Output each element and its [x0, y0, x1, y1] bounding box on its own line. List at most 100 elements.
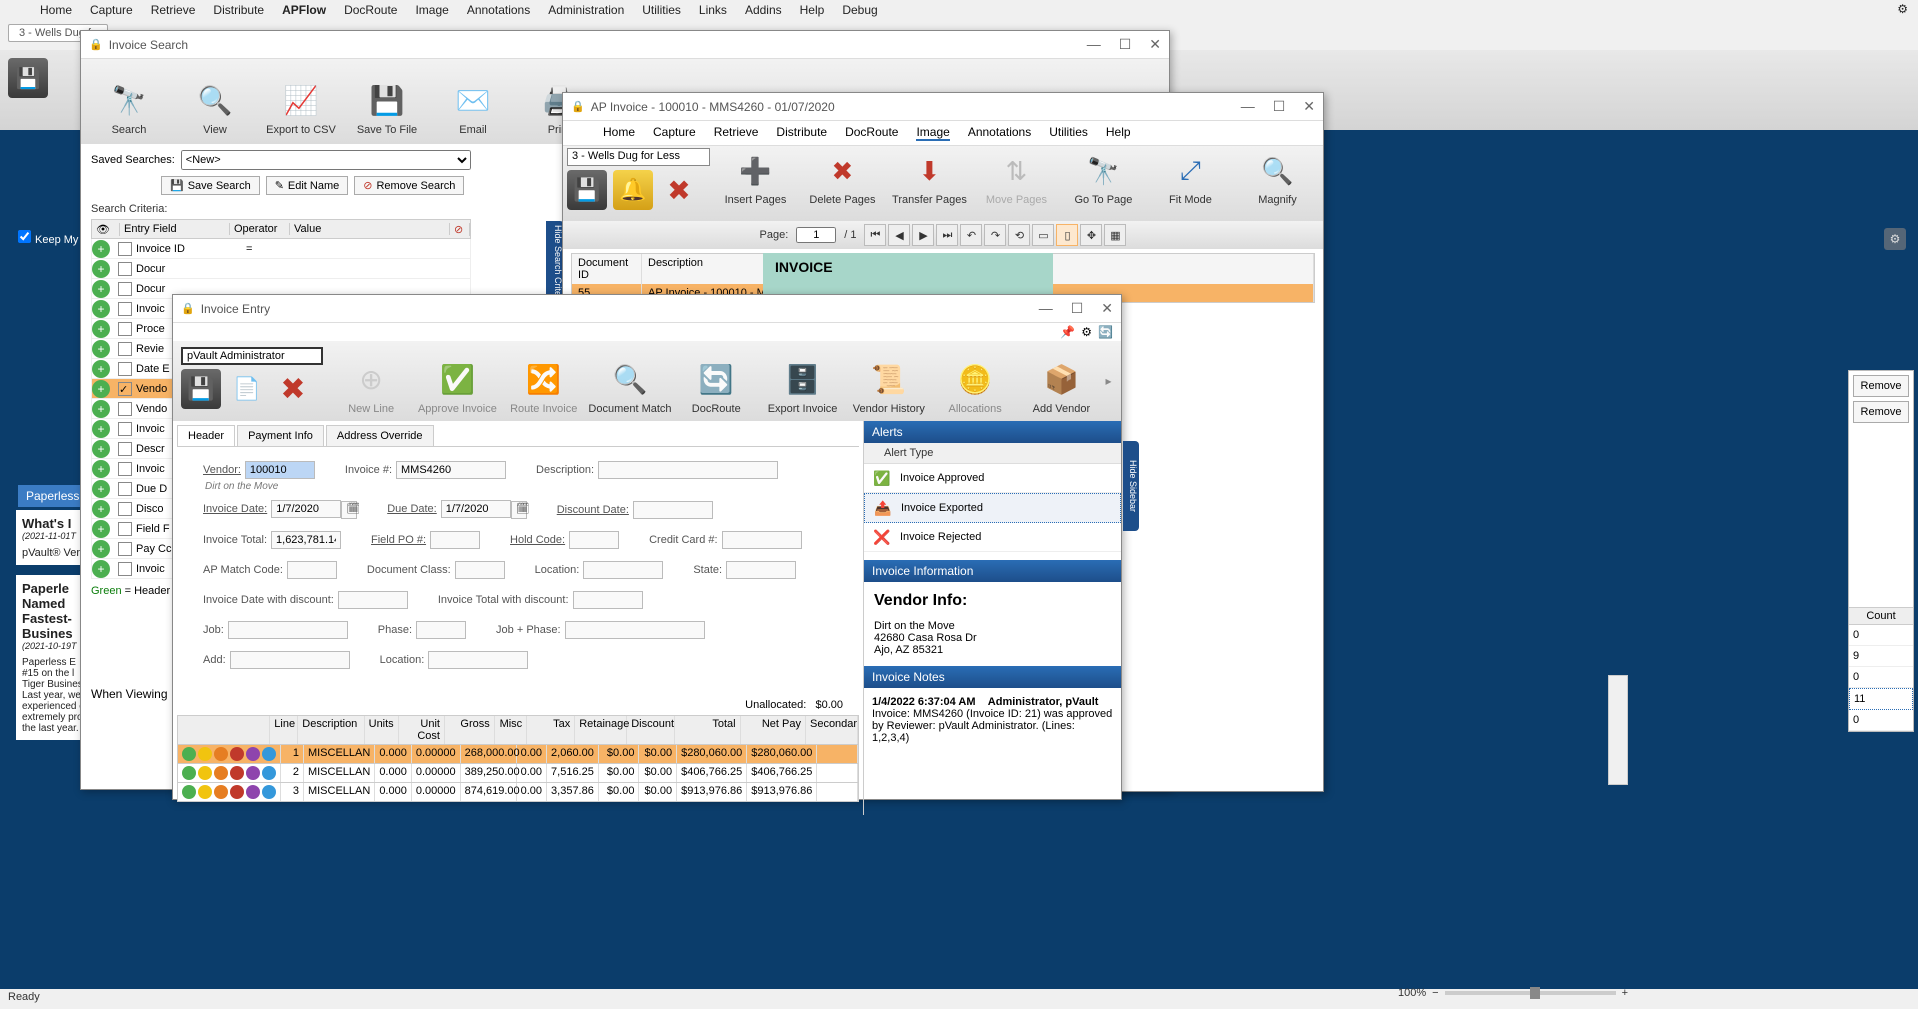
- add-input[interactable]: [230, 651, 350, 669]
- line-row[interactable]: 3MISCELLAN0.0000.00000874,619.000.003,35…: [177, 783, 859, 802]
- add-icon[interactable]: +: [92, 240, 110, 258]
- save-to-file-button[interactable]: 💾Save To File: [347, 63, 427, 140]
- close-icon[interactable]: ✕: [1303, 98, 1315, 115]
- select-icon[interactable]: ▦: [1104, 224, 1126, 246]
- phase-input[interactable]: [416, 621, 466, 639]
- tab-address-override[interactable]: Address Override: [326, 425, 434, 446]
- maximize-icon[interactable]: ☐: [1119, 36, 1132, 53]
- pan-icon[interactable]: ✥: [1080, 224, 1102, 246]
- criteria-checkbox[interactable]: [118, 562, 132, 576]
- criteria-row[interactable]: +Invoice ID=: [91, 239, 471, 259]
- fit-mode-button[interactable]: ⤢Fit Mode: [1149, 148, 1232, 210]
- hold-code-input[interactable]: [569, 531, 619, 549]
- rotate-left-icon[interactable]: ↶: [960, 224, 982, 246]
- field-po-input[interactable]: [430, 531, 480, 549]
- last-page-icon[interactable]: ⏭: [936, 224, 958, 246]
- doc-class-input[interactable]: [455, 561, 505, 579]
- add-icon[interactable]: +: [92, 500, 110, 518]
- criteria-checkbox[interactable]: [118, 262, 132, 276]
- close-icon[interactable]: ✕: [1101, 300, 1113, 317]
- criteria-checkbox[interactable]: [118, 342, 132, 356]
- minimize-icon[interactable]: —: [1087, 36, 1101, 53]
- close-icon[interactable]: ✕: [1149, 36, 1161, 53]
- ap-menu-help[interactable]: Help: [1106, 125, 1131, 141]
- overflow-icon[interactable]: ▸: [1106, 343, 1118, 419]
- docroute-button[interactable]: 🔄DocRoute: [674, 343, 758, 419]
- add-icon[interactable]: +: [92, 460, 110, 478]
- delete-pages-button[interactable]: ✖Delete Pages: [801, 148, 884, 210]
- add-icon[interactable]: +: [92, 440, 110, 458]
- inv-date-disc-input[interactable]: [338, 591, 408, 609]
- ap-menu-capture[interactable]: Capture: [653, 125, 696, 141]
- export-csv-button[interactable]: 📈Export to CSV: [261, 63, 341, 140]
- view-button[interactable]: 🔍View: [175, 63, 255, 140]
- first-page-icon[interactable]: ⏮: [864, 224, 886, 246]
- criteria-checkbox[interactable]: [118, 362, 132, 376]
- zoom-out-icon[interactable]: −: [1432, 987, 1438, 999]
- remove-button[interactable]: Remove: [1853, 375, 1909, 397]
- search-button[interactable]: 🔭Search: [89, 63, 169, 140]
- criteria-row[interactable]: +Docur: [91, 259, 471, 279]
- page-input[interactable]: [796, 227, 836, 243]
- gear-icon[interactable]: ⚙: [1081, 325, 1092, 339]
- menu-utilities[interactable]: Utilities: [642, 3, 681, 17]
- vendor-input[interactable]: [245, 461, 315, 479]
- undo-icon[interactable]: ⟲: [1008, 224, 1030, 246]
- tab-header[interactable]: Header: [177, 425, 235, 446]
- ap-menu-home[interactable]: Home: [603, 125, 635, 141]
- criteria-checkbox[interactable]: [118, 462, 132, 476]
- ap-menu-utilities[interactable]: Utilities: [1049, 125, 1088, 141]
- criteria-checkbox[interactable]: ✓: [118, 382, 132, 396]
- zoom-bar[interactable]: 100% − +: [1398, 983, 1628, 1003]
- menu-retrieve[interactable]: Retrieve: [151, 3, 196, 17]
- add-icon[interactable]: +: [92, 340, 110, 358]
- remove-button[interactable]: Remove: [1853, 401, 1909, 423]
- fit-icon[interactable]: ▭: [1032, 224, 1054, 246]
- location-input[interactable]: [583, 561, 663, 579]
- add-icon[interactable]: +: [92, 480, 110, 498]
- ap-menu-retrieve[interactable]: Retrieve: [714, 125, 759, 141]
- pin-icon[interactable]: 📌: [1060, 325, 1075, 339]
- window-titlebar[interactable]: 🔒 AP Invoice - 100010 - MMS4260 - 01/07/…: [563, 93, 1323, 121]
- ap-menu-image[interactable]: Image: [916, 125, 949, 141]
- ap-menu-annotations[interactable]: Annotations: [968, 125, 1031, 141]
- job-input[interactable]: [228, 621, 348, 639]
- criteria-checkbox[interactable]: [118, 422, 132, 436]
- remove-search-button[interactable]: ⊘Remove Search: [354, 176, 464, 195]
- route-invoice-button[interactable]: 🔀Route Invoice: [502, 343, 586, 419]
- transfer-pages-button[interactable]: ⬇Transfer Pages: [888, 148, 971, 210]
- scrollbar[interactable]: [1608, 675, 1628, 785]
- allocations-button[interactable]: 🪙Allocations: [933, 343, 1017, 419]
- alert-row[interactable]: ✅Invoice Approved: [864, 464, 1121, 493]
- rotate-right-icon[interactable]: ↷: [984, 224, 1006, 246]
- criteria-checkbox[interactable]: [118, 542, 132, 556]
- approve-invoice-button[interactable]: ✅Approve Invoice: [415, 343, 499, 419]
- add-icon[interactable]: +: [92, 360, 110, 378]
- line-row[interactable]: 1MISCELLAN0.0000.00000268,000.000.002,06…: [177, 745, 859, 764]
- vendor-history-button[interactable]: 📜Vendor History: [847, 343, 931, 419]
- invoice-date-input[interactable]: [271, 500, 341, 518]
- window-titlebar[interactable]: 🔒 Invoice Entry — ☐ ✕: [173, 295, 1121, 323]
- criteria-checkbox[interactable]: [118, 482, 132, 496]
- ap-menu-distribute[interactable]: Distribute: [776, 125, 827, 141]
- add-icon[interactable]: +: [92, 260, 110, 278]
- delete-icon[interactable]: ✖: [659, 170, 699, 210]
- saved-searches-select[interactable]: <New>: [181, 150, 471, 170]
- ap-match-input[interactable]: [287, 561, 337, 579]
- add-icon[interactable]: +: [92, 400, 110, 418]
- alert-row[interactable]: ❌Invoice Rejected: [864, 523, 1121, 552]
- discount-date-input[interactable]: [633, 501, 713, 519]
- add-icon[interactable]: +: [92, 560, 110, 578]
- menu-distribute[interactable]: Distribute: [213, 3, 264, 17]
- tab-payment-info[interactable]: Payment Info: [237, 425, 324, 446]
- menu-home[interactable]: Home: [40, 3, 72, 17]
- move-pages-button[interactable]: ⇅Move Pages: [975, 148, 1058, 210]
- document-match-button[interactable]: 🔍Document Match: [588, 343, 672, 419]
- menu-annotations[interactable]: Annotations: [467, 3, 530, 17]
- alert-row[interactable]: 📤Invoice Exported: [864, 493, 1121, 523]
- email-button[interactable]: ✉️Email: [433, 63, 513, 140]
- add-vendor-button[interactable]: 📦Add Vendor: [1019, 343, 1103, 419]
- menu-links[interactable]: Links: [699, 3, 727, 17]
- menu-addins[interactable]: Addins: [745, 3, 782, 17]
- hide-sidebar-toggle[interactable]: Hide Sidebar: [1123, 441, 1139, 531]
